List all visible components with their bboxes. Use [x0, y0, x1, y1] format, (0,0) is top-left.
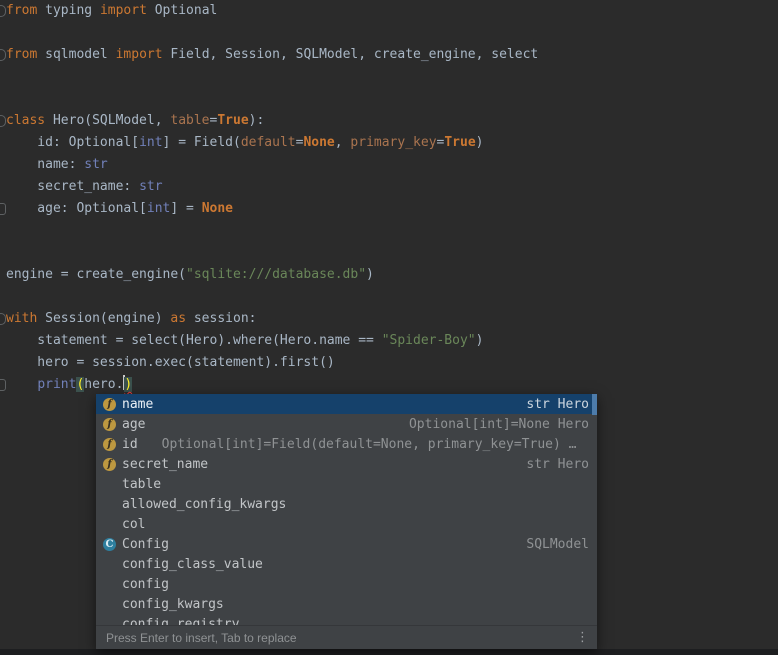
completion-item-config[interactable]: config [96, 574, 597, 594]
field-icon: f [103, 398, 116, 411]
more-options-icon[interactable]: ⋮ [576, 630, 589, 645]
gutter-icon[interactable] [0, 203, 6, 215]
code-line-6: class Hero(SQLModel, table=True): [6, 110, 778, 132]
completion-item-config_registry[interactable]: config_registry [96, 614, 597, 625]
completion-item-type-hint: str Hero [526, 397, 589, 412]
code-line-5 [6, 88, 778, 110]
completion-item-table[interactable]: table [96, 474, 597, 494]
code-line-4 [6, 66, 778, 88]
completion-popup: fnamestr HerofageOptional[int]=None Hero… [96, 394, 597, 649]
completion-item-name[interactable]: fname str Hero [96, 394, 597, 414]
completion-item-label: config_class_value [122, 557, 263, 572]
completion-item-label: age [122, 417, 145, 432]
completion-item-config_kwargs[interactable]: config_kwargs [96, 594, 597, 614]
completion-item-label: config_registry [122, 617, 239, 626]
completion-item-signature: Optional[int]=Field(default=None, primar… [162, 437, 577, 452]
completion-item-secret_name[interactable]: f secret_name str Hero [96, 454, 597, 474]
code-line-1: from typing import Optional [6, 0, 778, 22]
completion-item-label: allowed_config_kwargs [122, 497, 286, 512]
completion-item-col[interactable]: col [96, 514, 597, 534]
code-line-8: name: str [6, 154, 778, 176]
completion-item-label: table [122, 477, 161, 492]
completion-item-age[interactable]: fage Optional[int]=None Hero [96, 414, 597, 434]
completion-item-type-hint: str Hero [526, 457, 589, 472]
completion-item-config_class_value[interactable]: config_class_value [96, 554, 597, 574]
code-line-15: with Session(engine) as session: [6, 308, 778, 330]
field-icon: f [103, 438, 116, 451]
code-line-11 [6, 220, 778, 242]
completion-item-type-hint: SQLModel [526, 537, 589, 552]
completion-item-allowed_config_kwargs[interactable]: allowed_config_kwargs [96, 494, 597, 514]
completion-item-label: name [122, 397, 153, 412]
completion-item-label: id [122, 437, 138, 452]
completion-item-label: col [122, 517, 145, 532]
completion-footer: Press Enter to insert, Tab to replace ⋮ [96, 625, 597, 649]
code-line-7: id: Optional[int] = Field(default=None, … [6, 132, 778, 154]
code-line-12 [6, 242, 778, 264]
completion-item-label: config_kwargs [122, 597, 224, 612]
code-line-13: engine = create_engine("sqlite:///databa… [6, 264, 778, 286]
code-line-14 [6, 286, 778, 308]
code-line-17: hero = session.exec(statement).first() [6, 352, 778, 374]
code-line-16: statement = select(Hero).where(Hero.name… [6, 330, 778, 352]
field-icon: f [103, 418, 116, 431]
editor-bottom-edge [0, 649, 778, 655]
field-icon: f [103, 458, 116, 471]
popup-scrollbar-thumb[interactable] [592, 394, 597, 415]
completion-item-id[interactable]: fid Optional[int]=Field(default=None, pri… [96, 434, 597, 454]
code-line-2 [6, 22, 778, 44]
completion-footer-hint: Press Enter to insert, Tab to replace [106, 631, 297, 645]
completion-item-Config[interactable]: C Config SQLModel [96, 534, 597, 554]
completion-item-label: config [122, 577, 169, 592]
code-line-18: print(hero.) [6, 374, 778, 396]
code-line-10: age: Optional[int] = None [6, 198, 778, 220]
completion-item-label: secret_name [122, 457, 208, 472]
class-icon: C [103, 538, 116, 551]
completion-list[interactable]: fnamestr HerofageOptional[int]=None Hero… [96, 394, 597, 625]
completion-item-type-hint: Optional[int]=None Hero [409, 417, 589, 432]
gutter-icon[interactable] [0, 379, 6, 391]
code-line-3: from sqlmodel import Field, Session, SQL… [6, 44, 778, 66]
completion-item-label: Config [122, 537, 169, 552]
code-line-9: secret_name: str [6, 176, 778, 198]
